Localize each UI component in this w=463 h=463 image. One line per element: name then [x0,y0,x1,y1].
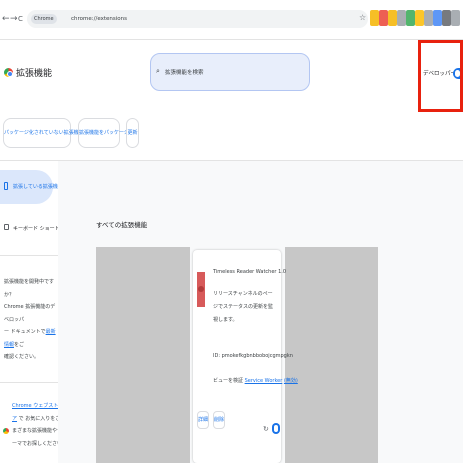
reload-extension-icon[interactable]: ↻ [263,425,269,433]
extension-toolbar-icon[interactable] [379,10,388,26]
reload-icon[interactable]: C [18,14,23,24]
chrome-logo-icon [4,68,13,77]
sidebar-item-label[interactable]: 拡張している拡張機能 [13,183,63,190]
web-store-icon [3,428,9,434]
extension-toolbar-icon[interactable] [370,10,379,26]
search-box[interactable]: ⌕ 拡張機能を検索 [150,53,310,91]
url-text[interactable]: chrome://extensions [71,14,127,24]
page-title: 拡張機能 [16,69,53,79]
highlight-box [418,40,463,112]
details-button[interactable]: 詳細 [197,411,209,429]
section-title: すべての拡張機能 [96,221,148,229]
help-line: をご [14,341,25,348]
search-placeholder[interactable]: 拡張機能を検索 [165,68,204,76]
inspect-views-label: ビューを検証 [213,378,244,384]
extension-toolbar-icon[interactable] [415,10,424,26]
forward-arrow-icon[interactable]: → [10,14,18,24]
developer-help-text: 拡張機能を開発中ですか？ Chrome 拡張機能のデベロッパ ー ドキュメントで… [4,276,58,364]
update-button[interactable]: 更新 [126,118,139,148]
remove-button[interactable]: 削除 [213,411,225,429]
load-unpacked-button[interactable]: パッケージ化されていない拡張機能を読み込む [3,118,109,148]
site-chip[interactable]: Chrome [31,14,57,24]
sidebar-divider [0,382,58,383]
extension-toolbar-icon[interactable] [433,10,442,26]
help-line: 拡張機能を開発中ですか？ [4,279,55,298]
browser-toolbar: ← → C Chrome chrome://extensions ☆ [0,0,463,40]
extension-card-placeholder [285,247,378,463]
extension-logo-icon [197,272,205,307]
back-arrow-icon[interactable]: ← [2,14,10,24]
keyboard-icon [4,224,9,230]
extension-card-placeholder [96,247,190,463]
extension-toolbar-icon[interactable] [451,10,460,26]
bookmark-star-icon[interactable]: ☆ [359,13,366,22]
extension-description: リリースチャンネルのページでステータスの更新を監視します。 [213,291,274,323]
help-line: ー ドキュメントで [4,329,46,335]
sidebar-divider [0,255,58,256]
promo-text: で お気に入りをさまざまな拡張機能やテーマでお探しください [12,415,63,447]
search-icon: ⌕ [156,67,160,75]
extension-puzzle-icon [4,182,8,190]
service-worker-link[interactable]: Service Worker [245,378,283,384]
extension-toolbar-icon[interactable] [388,10,397,26]
extension-toolbar-icon[interactable] [406,10,415,26]
extension-name: Timeless Reader Watcher 1.0 [213,269,287,275]
extension-toolbar-icon[interactable] [397,10,406,26]
help-line: Chrome 拡張機能のデベロッパ [4,304,56,323]
extension-id: ID: pmokefkgbnbbobojcgmpgkn [213,353,293,359]
extension-toolbar-icon[interactable] [424,10,433,26]
address-bar[interactable]: Chrome chrome://extensions [27,10,368,28]
extension-toolbar-icon[interactable] [442,10,451,26]
extension-enable-toggle[interactable] [272,423,280,434]
inspect-views: ビューを検証 Service Worker (無効) [213,377,298,384]
pack-extension-button[interactable]: 拡張機能をパッケージ化 [78,118,134,148]
web-store-promo: Chrome ウェブストア で お気に入りをさまざまな拡張機能やテーマでお探しく… [12,400,62,450]
help-line: 確認ください。 [4,354,40,360]
service-worker-status[interactable]: (無効) [284,378,298,384]
